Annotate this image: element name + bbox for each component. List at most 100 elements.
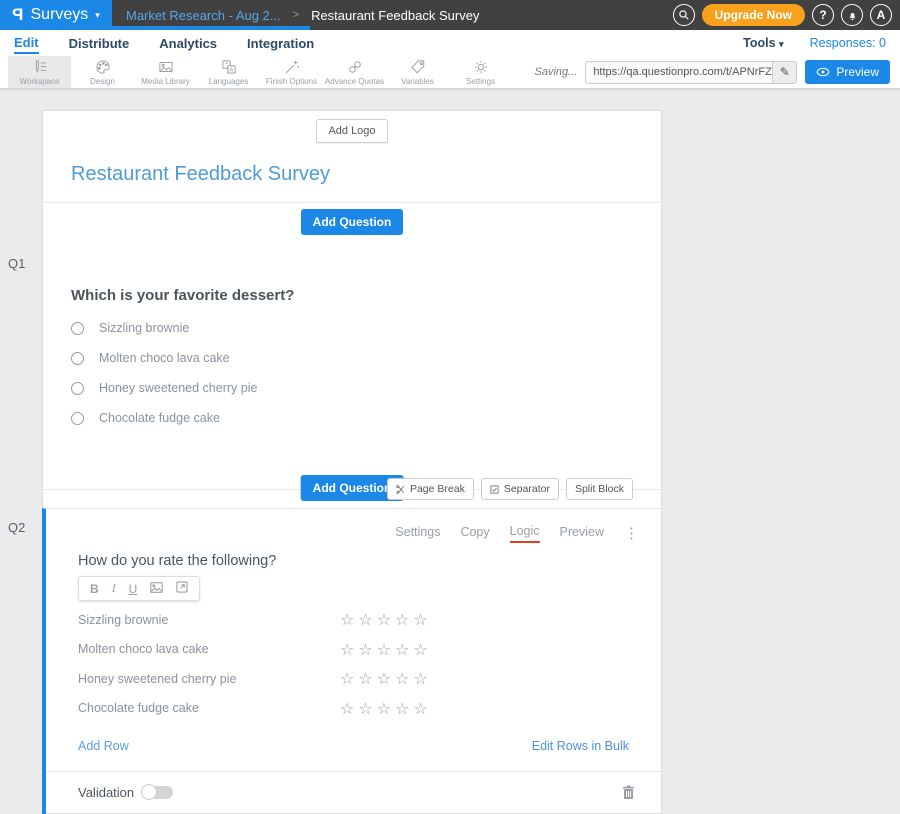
edit-url-button[interactable]: ✎ [772,62,796,83]
add-row-link[interactable]: Add Row [78,739,129,753]
bold-button[interactable]: B [90,582,99,596]
insert-image-button[interactable] [150,582,163,596]
trash-icon [622,785,635,800]
toolbar-right: Saving... https://qa.questionpro.com/t/A… [535,56,900,88]
advance-quotas-chain-icon [346,58,364,76]
tab-edit[interactable]: Edit [14,32,39,54]
toolbar-item-variables[interactable]: Variables [386,56,449,88]
breadcrumb-current: Restaurant Feedback Survey [311,8,479,23]
help-button[interactable]: ? [812,4,834,26]
add-logo-button[interactable]: Add Logo [316,119,387,143]
radio-icon[interactable] [71,322,84,335]
rating-row: Chocolate fudge cake ☆☆☆☆☆ [46,694,661,724]
editor-toolbar: Workspace Design Media Library *A Langua… [0,56,900,90]
chevron-down-icon: ▾ [95,10,100,21]
tab-analytics[interactable]: Analytics [159,33,217,53]
question-1-block: Which is your favorite dessert? Sizzling… [43,287,661,472]
toolbar-item-design[interactable]: Design [71,56,134,88]
validation-toggle[interactable] [143,786,173,799]
survey-url-value[interactable]: https://qa.questionpro.com/t/APNrFZgS [586,62,772,83]
richtext-toolbar: B I U [78,576,200,601]
radio-icon[interactable] [71,412,84,425]
search-button[interactable] [673,4,695,26]
toolbar-item-workspace[interactable]: Workspace [8,56,71,88]
q2-logic-link[interactable]: Logic [510,524,540,543]
design-palette-icon [94,58,112,76]
question-1-text[interactable]: Which is your favorite dessert? [71,287,633,304]
breadcrumb-separator: > [293,9,299,21]
q1-option-row[interactable]: Molten choco lava cake [71,352,633,364]
topbar-actions: Upgrade Now ? A [673,4,900,26]
rating-row: Honey sweetened cherry pie ☆☆☆☆☆ [46,664,661,694]
radio-icon[interactable] [71,352,84,365]
tab-integration[interactable]: Integration [247,33,314,53]
page-break-button[interactable]: Page Break [387,478,474,500]
toolbar-item-finish-options[interactable]: Finish Options [260,56,323,88]
question-2-text[interactable]: How do you rate the following? [46,543,661,569]
rating-rows: Sizzling brownie ☆☆☆☆☆ Molten choco lava… [46,605,661,723]
delete-question-button[interactable] [622,785,635,800]
eye-icon [816,67,830,77]
responses-count[interactable]: Responses: 0 [810,36,886,50]
add-question-top-row: Add Question [43,203,661,241]
toolbar-item-media-library[interactable]: Media Library [134,56,197,88]
add-question-button-top[interactable]: Add Question [301,209,404,235]
upgrade-now-button[interactable]: Upgrade Now [702,4,805,26]
toolbar-item-languages[interactable]: *A Languages [197,56,260,88]
finish-options-wand-icon [283,58,301,76]
bell-icon [846,9,859,22]
notifications-button[interactable] [841,4,863,26]
settings-gear-icon [472,58,490,76]
edit-rows-in-bulk-link[interactable]: Edit Rows in Bulk [532,739,629,753]
q1-option-row[interactable]: Sizzling brownie [71,322,633,334]
navbar-right: Tools ▾ Responses: 0 [743,36,886,50]
kebab-menu-icon[interactable]: ⋮ [624,529,639,539]
question-1-id: Q1 [8,256,25,271]
external-link-icon [176,581,188,593]
star-rating[interactable]: ☆☆☆☆☆ [340,640,432,659]
question-2-block: Settings Copy Logic Preview ⋮ How do you… [42,508,661,814]
star-rating[interactable]: ☆☆☆☆☆ [340,669,432,688]
variables-tag-icon [409,58,427,76]
q2-preview-link[interactable]: Preview [560,525,604,542]
questionpro-survey-editor: P Surveys ▾ Market Research - Aug 2... >… [0,0,900,744]
preview-button[interactable]: Preview [805,60,890,84]
star-rating[interactable]: ☆☆☆☆☆ [340,699,432,718]
media-library-icon [157,58,175,76]
row-actions: Add Row Edit Rows in Bulk [46,723,661,771]
link-out-button[interactable] [176,581,188,596]
italic-button[interactable]: I [112,581,116,596]
split-block-button[interactable]: Split Block [566,478,633,500]
image-icon [150,582,163,593]
pencil-icon: ✎ [780,65,790,79]
validation-label: Validation [78,785,134,800]
search-icon [677,8,691,22]
chevron-down-icon: ▾ [779,39,784,49]
question-2-id: Q2 [8,520,25,535]
section-nav: Edit Distribute Analytics Integration To… [0,30,900,56]
logo-section: Add Logo [43,111,661,143]
workspace-icon [31,58,49,76]
account-avatar[interactable]: A [870,4,892,26]
tab-distribute[interactable]: Distribute [69,33,130,53]
star-rating[interactable]: ☆☆☆☆☆ [340,610,432,629]
q2-settings-link[interactable]: Settings [395,525,440,542]
underline-button[interactable]: U [129,582,138,596]
survey-url-field: https://qa.questionpro.com/t/APNrFZgS ✎ [585,61,797,84]
q2-copy-link[interactable]: Copy [460,525,489,542]
survey-title[interactable]: Restaurant Feedback Survey [43,143,661,202]
questionpro-logo: P [12,5,23,25]
toggle-knob [141,784,157,800]
q1-option-row[interactable]: Chocolate fudge cake [71,412,633,424]
q1-option-row[interactable]: Honey sweetened cherry pie [71,382,633,394]
product-label: Surveys [31,6,89,24]
question-2-menu: Settings Copy Logic Preview ⋮ [46,509,661,543]
block-action-buttons: Page Break Separator Split Block [387,478,633,500]
scissors-icon [396,485,405,494]
breadcrumb-folder[interactable]: Market Research - Aug 2... [126,8,281,23]
toolbar-item-settings[interactable]: Settings [449,56,512,88]
toolbar-item-advance-quotas[interactable]: Advance Quotas [323,56,386,88]
separator-button[interactable]: Separator [481,478,559,500]
radio-icon[interactable] [71,382,84,395]
tools-menu[interactable]: Tools ▾ [743,36,783,50]
